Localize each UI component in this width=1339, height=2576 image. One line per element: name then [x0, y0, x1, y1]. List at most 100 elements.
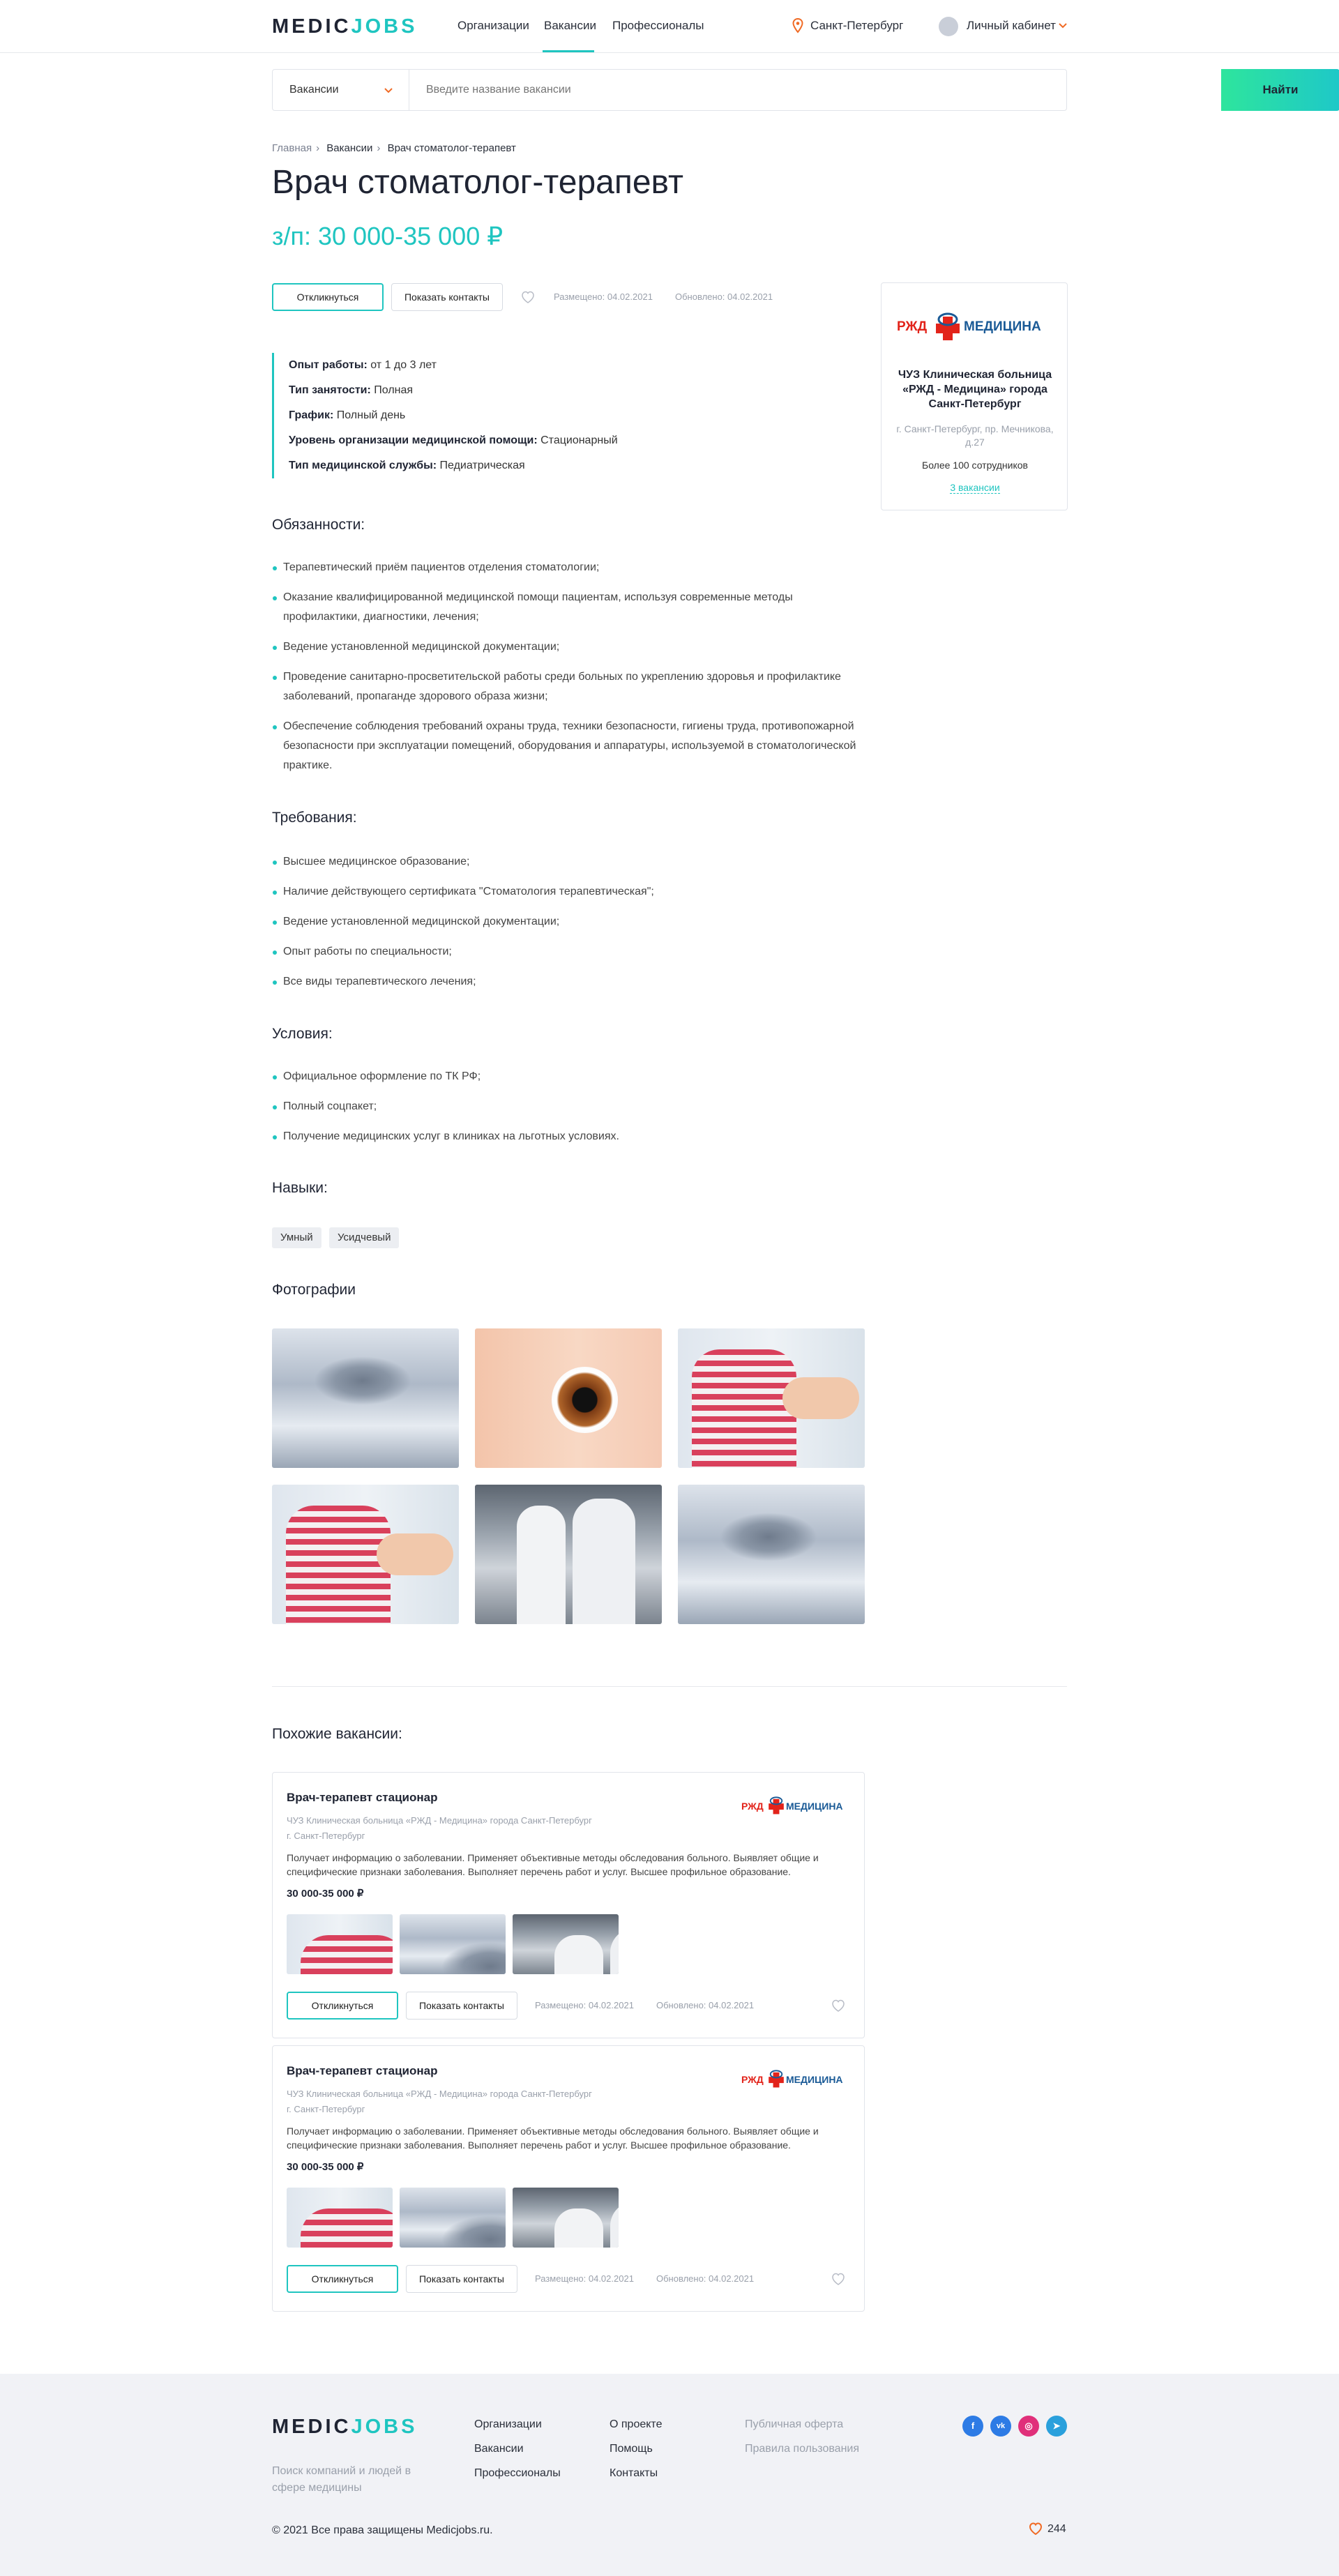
- updated-date: Обновлено: 04.02.2021: [675, 291, 773, 302]
- photo-surgical-robot[interactable]: [678, 1485, 865, 1624]
- list-item: Проведение санитарно-просветительской ра…: [272, 667, 865, 706]
- heart-icon[interactable]: [1028, 2522, 1043, 2536]
- city-selector[interactable]: Санкт-Петербург: [810, 19, 903, 33]
- chevron-down-icon[interactable]: [384, 88, 393, 93]
- nav-professionals[interactable]: Профессионалы: [612, 19, 704, 33]
- thumbnail-surgical-robot[interactable]: [400, 2188, 506, 2248]
- breadcrumb: Главная › Вакансии › Врач стоматолог-терап…: [272, 142, 520, 154]
- nav-organizations[interactable]: Организации: [457, 19, 529, 33]
- duties-list: Терапевтический приём пациентов отделени…: [272, 558, 865, 775]
- photo-surgical-robot[interactable]: [272, 1328, 459, 1468]
- duties-title: Обязанности:: [272, 517, 365, 533]
- thumbnail-child-arm[interactable]: [287, 2188, 393, 2248]
- company-address: г. Санкт-Петербург, пр. Мечникова, д.27: [896, 423, 1054, 448]
- cabinet-link[interactable]: Личный кабинет: [967, 19, 1056, 33]
- skill-tag: Усидчевый: [329, 1227, 400, 1248]
- vk-icon[interactable]: vk: [990, 2416, 1011, 2437]
- footer-link-offer[interactable]: Публичная оферта: [745, 2418, 843, 2431]
- telegram-icon[interactable]: ➤: [1046, 2416, 1067, 2437]
- similar-vacancy-card[interactable]: Врач-терапевт стационар ЧУЗ Клиническая …: [272, 2045, 865, 2312]
- thumbnail-surgical-robot[interactable]: [400, 1914, 506, 1974]
- posted-date: Размещено: 04.02.2021: [554, 291, 653, 302]
- company-employees: Более 100 сотрудников: [922, 460, 1028, 471]
- requirements-title: Требования:: [272, 810, 357, 826]
- rzd-medicine-logo-icon: [936, 312, 960, 340]
- photo-child-arm[interactable]: [678, 1328, 865, 1468]
- similar-vacancy-description: Получает информацию о заболевании. Приме…: [287, 2126, 819, 2151]
- info-experience: Опыт работы: от 1 до 3 лет: [289, 359, 437, 371]
- info-employment: Тип занятости: Полная: [289, 384, 414, 396]
- breadcrumb-current: Врач стоматолог-терапевт: [387, 142, 516, 154]
- breadcrumb-home[interactable]: Главная: [272, 142, 312, 154]
- footer-link-vacancies[interactable]: Вакансии: [474, 2443, 524, 2455]
- list-item: Получение медицинских услуг в клиниках н…: [272, 1127, 865, 1146]
- page: { "header": { "logo_part1": "MEDIC", "lo…: [0, 0, 1339, 2576]
- footer-link-organizations[interactable]: Организации: [474, 2418, 542, 2431]
- list-item: Ведение установленной медицинской докуме…: [272, 912, 865, 932]
- chevron-down-icon[interactable]: [1059, 23, 1067, 29]
- list-item: Высшее медицинское образование;: [272, 852, 865, 872]
- footer-link-rules[interactable]: Правила пользования: [745, 2443, 859, 2455]
- conditions-list: Официальное оформление по ТК РФ; Полный …: [272, 1067, 865, 1146]
- list-item: Обеспечение соблюдения требований охраны…: [272, 717, 865, 775]
- posted-date: Размещено: 04.02.2021: [535, 2000, 634, 2010]
- chevron-right-icon: ›: [377, 142, 381, 154]
- company-card[interactable]: РЖД МЕДИЦИНА ЧУЗ Клиническая больница «Р…: [881, 282, 1068, 510]
- footer-link-help[interactable]: Помощь: [610, 2443, 653, 2455]
- chevron-right-icon: ›: [316, 142, 320, 154]
- thumbnail-lab-scientists[interactable]: [513, 1914, 619, 1974]
- list-item: Официальное оформление по ТК РФ;: [272, 1067, 865, 1086]
- instagram-icon[interactable]: ◎: [1018, 2416, 1039, 2437]
- footer-link-contacts[interactable]: Контакты: [610, 2467, 658, 2480]
- vacancy-info: Опыт работы: от 1 до 3 лет Тип занятости…: [272, 353, 690, 478]
- avatar[interactable]: [939, 17, 958, 36]
- list-item: Наличие действующего сертификата "Стомат…: [272, 882, 865, 902]
- footer-link-about[interactable]: О проекте: [610, 2418, 662, 2431]
- photo-child-arm[interactable]: [272, 1485, 459, 1624]
- similar-vacancy-title[interactable]: Врач-терапевт стационар: [287, 1791, 437, 1805]
- footer-logo[interactable]: MEDICJOBS: [272, 2416, 417, 2439]
- footer-link-professionals[interactable]: Профессионалы: [474, 2467, 561, 2480]
- nav-active-indicator: [543, 50, 594, 52]
- logo[interactable]: MEDICJOBS: [272, 15, 417, 38]
- facebook-icon[interactable]: f: [962, 2416, 983, 2437]
- respond-button[interactable]: Откликнуться: [272, 283, 384, 311]
- list-item: Опыт работы по специальности;: [272, 942, 865, 962]
- nav-vacancies[interactable]: Вакансии: [544, 19, 596, 33]
- info-schedule: График: Полный день: [289, 409, 406, 421]
- similar-vacancy-salary: 30 000-35 000 ₽: [287, 1888, 364, 1900]
- show-contacts-button[interactable]: Показать контакты: [406, 1992, 517, 2020]
- search-input[interactable]: [409, 70, 941, 110]
- thumbnail-child-arm[interactable]: [287, 1914, 393, 1974]
- similar-vacancy-title[interactable]: Врач-терапевт стационар: [287, 2064, 437, 2078]
- logo-text-medic: MEDIC: [272, 15, 351, 38]
- heart-icon[interactable]: [520, 290, 536, 304]
- breadcrumb-vacancies[interactable]: Вакансии: [326, 142, 372, 154]
- thumbnail-lab-scientists[interactable]: [513, 2188, 619, 2248]
- photo-eye[interactable]: [475, 1328, 662, 1468]
- info-service-type: Тип медицинской службы: Педиатрическая: [289, 460, 525, 471]
- heart-icon[interactable]: [831, 2272, 846, 2286]
- rzd-medicine-logo-icon: [769, 2070, 784, 2088]
- company-name[interactable]: ЧУЗ Клиническая больница «РЖД - Медицина…: [891, 368, 1059, 411]
- show-contacts-button[interactable]: Показать контакты: [391, 283, 503, 311]
- show-contacts-button[interactable]: Показать контакты: [406, 2265, 517, 2293]
- conditions-title: Условия:: [272, 1026, 333, 1042]
- respond-button[interactable]: Откликнуться: [287, 2265, 398, 2293]
- company-vacancies-link[interactable]: 3 вакансии: [882, 482, 1068, 494]
- salary: з/п: 30 000-35 000 ₽: [272, 222, 504, 250]
- photo-lab-scientists[interactable]: [475, 1485, 662, 1624]
- list-item: Оказание квалифицированной медицинской п…: [272, 588, 865, 627]
- updated-date: Обновлено: 04.02.2021: [656, 2000, 755, 2010]
- list-item: Ведение установленной медицинской докуме…: [272, 637, 865, 657]
- info-care-level: Уровень организации медицинской помощи: …: [289, 434, 618, 446]
- search-button[interactable]: Найти: [1221, 69, 1339, 111]
- company-logo: РЖД МЕДИЦИНА: [741, 1796, 852, 1816]
- similar-vacancy-card[interactable]: Врач-терапевт стационар ЧУЗ Клиническая …: [272, 1772, 865, 2038]
- similar-vacancy-description: Получает информацию о заболевании. Приме…: [287, 1852, 819, 1877]
- footer-tagline: Поиск компаний и людей в сфере медицины: [272, 2465, 411, 2494]
- similar-title: Похожие вакансии:: [272, 1726, 402, 1742]
- heart-icon[interactable]: [831, 1999, 846, 2013]
- skill-tag: Умный: [272, 1227, 321, 1248]
- respond-button[interactable]: Откликнуться: [287, 1992, 398, 2020]
